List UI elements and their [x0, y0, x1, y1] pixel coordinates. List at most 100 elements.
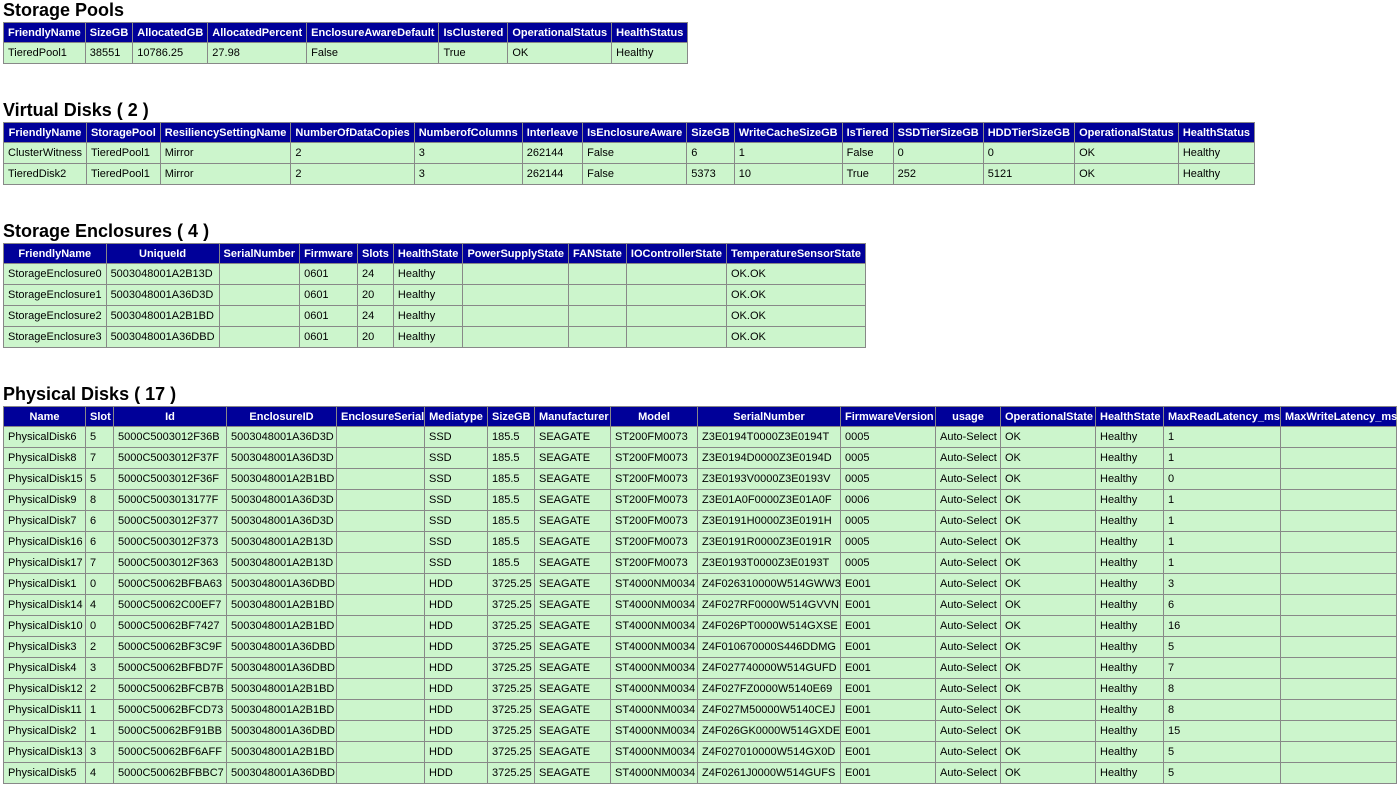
- table-cell: Z4F010670000S446DDMG: [697, 636, 841, 658]
- table-cell: 20: [357, 284, 394, 306]
- column-header: IOControllerState: [625, 243, 728, 264]
- table-cell: 5000C50062BFBBC7: [113, 762, 227, 784]
- table-cell: 10: [733, 163, 843, 185]
- table-cell: False: [582, 163, 688, 185]
- table-cell: ST4000NM0034: [610, 762, 698, 784]
- table-cell: 3: [85, 741, 114, 763]
- table-cell: E001: [840, 636, 936, 658]
- table-cell: Healthy: [1095, 699, 1164, 721]
- table-cell: Auto-Select: [935, 657, 1001, 679]
- column-header: Slots: [357, 243, 394, 264]
- table-cell: Auto-Select: [935, 615, 1001, 637]
- table-cell: [336, 447, 425, 469]
- table-cell: SEAGATE: [534, 699, 611, 721]
- column-header: Firmware: [299, 243, 358, 264]
- table-row: PhysicalDisk6 5 5000C5003012F36B 5003048001…: [3, 426, 1397, 448]
- table-cell: [336, 657, 425, 679]
- table-row: PhysicalDisk5 4 5000C50062BFBBC7 5003048001…: [3, 762, 1397, 784]
- table-cell: Healthy: [1095, 510, 1164, 532]
- table-cell: 0601: [299, 326, 358, 348]
- table-cell: [218, 326, 301, 348]
- table-cell: 5000C5003012F36F: [113, 468, 227, 490]
- table-cell: 5003048001A36DBD: [226, 762, 337, 784]
- table-cell: 252: [892, 163, 984, 185]
- column-header: HealthStatus: [1177, 122, 1256, 143]
- table-cell: [1280, 573, 1397, 595]
- table-cell: HDD: [424, 573, 488, 595]
- table-cell: 3725.25: [487, 573, 535, 595]
- table-cell: ST200FM0073: [610, 426, 698, 448]
- table-cell: 5003048001A36D3D: [226, 489, 337, 511]
- table-cell: OK: [507, 42, 613, 64]
- table-cell: 185.5: [487, 552, 535, 574]
- table-cell: Z4F026PT0000W514GXSE: [697, 615, 841, 637]
- table-cell: 5000C5003012F373: [113, 531, 227, 553]
- table-cell: ST4000NM0034: [610, 657, 698, 679]
- table-cell: [336, 720, 425, 742]
- table-cell: Z4F027M50000W5140CEJ: [697, 699, 841, 721]
- table-cell: 5003048001A36DBD: [226, 657, 337, 679]
- table-cell: 5003048001A36DBD: [105, 326, 220, 348]
- table-cell: [625, 263, 728, 285]
- table-cell: Z3E0194T0000Z3E0194T: [697, 426, 841, 448]
- column-header: FriendlyName: [3, 22, 86, 43]
- table-cell: 262144: [521, 163, 584, 185]
- table-row: PhysicalDisk4 3 5000C50062BFBD7F 5003048001…: [3, 657, 1397, 679]
- table-cell: Healthy: [1095, 468, 1164, 490]
- column-header: PowerSupplyState: [462, 243, 570, 264]
- table-cell: 0601: [299, 284, 358, 306]
- table-cell: 2: [85, 678, 114, 700]
- table-cell: PhysicalDisk6: [3, 426, 86, 448]
- table-cell: HDD: [424, 678, 488, 700]
- table-cell: OK: [1000, 762, 1096, 784]
- section-vdisks: Virtual Disks ( 2 ) FriendlyName StoragePo…: [3, 100, 1400, 185]
- table-cell: OK: [1000, 489, 1096, 511]
- table-cell: [462, 284, 570, 306]
- table-cell: Healthy: [1095, 594, 1164, 616]
- table-cell: 2: [290, 163, 415, 185]
- table-cell: Z4F026GK0000W514GXDE: [697, 720, 841, 742]
- table-cell: 5003048001A36D3D: [226, 510, 337, 532]
- table-cell: E001: [840, 720, 936, 742]
- table-cell: [336, 489, 425, 511]
- table-cell: SEAGATE: [534, 678, 611, 700]
- table-cell: SEAGATE: [534, 615, 611, 637]
- table-cell: 5003048001A2B1BD: [105, 305, 220, 327]
- table-cell: E001: [840, 615, 936, 637]
- table-cell: 2: [290, 142, 415, 164]
- table-cell: SSD: [424, 447, 488, 469]
- table-cell: OK: [1000, 531, 1096, 553]
- table-cell: Z3E0193V0000Z3E0193V: [697, 468, 841, 490]
- table-cell: Healthy: [1095, 447, 1164, 469]
- table-cell: ST4000NM0034: [610, 741, 698, 763]
- table-cell: True: [841, 163, 894, 185]
- table-cell: 5003048001A2B1BD: [226, 699, 337, 721]
- table-cell: OK: [1000, 573, 1096, 595]
- table-cell: 3725.25: [487, 762, 535, 784]
- table-cell: Healthy: [1095, 678, 1164, 700]
- table-cell: False: [582, 142, 688, 164]
- table-cell: 7: [85, 447, 114, 469]
- table-cell: OK.OK: [725, 284, 867, 306]
- table-cell: PhysicalDisk13: [3, 741, 86, 763]
- table-cell: 5000C5003013177F: [113, 489, 227, 511]
- table-cell: TieredDisk2: [3, 163, 87, 185]
- section-pdisks: Physical Disks ( 17 ) Name Slot Id Enclosure…: [3, 384, 1400, 784]
- table-cell: [336, 678, 425, 700]
- table-row: PhysicalDisk11 1 5000C50062BFCD73 500304800…: [3, 699, 1397, 721]
- table-cell: PhysicalDisk10: [3, 615, 86, 637]
- table-cell: SEAGATE: [534, 447, 611, 469]
- table-cell: [1280, 699, 1397, 721]
- table-cell: PhysicalDisk15: [3, 468, 86, 490]
- pdisks-table: Name Slot Id EnclosureID EnclosureSerial Medi…: [3, 406, 1397, 784]
- table-cell: SEAGATE: [534, 657, 611, 679]
- table-cell: 4: [85, 762, 114, 784]
- table-row: TieredDisk2 TieredPool1 Mirror 2 3 262144 Fals…: [3, 163, 1256, 185]
- table-cell: Healthy: [1177, 142, 1256, 164]
- table-cell: ST4000NM0034: [610, 636, 698, 658]
- table-cell: 185.5: [487, 489, 535, 511]
- table-cell: [568, 305, 627, 327]
- table-cell: [336, 762, 425, 784]
- table-cell: [218, 305, 301, 327]
- table-cell: Auto-Select: [935, 720, 1001, 742]
